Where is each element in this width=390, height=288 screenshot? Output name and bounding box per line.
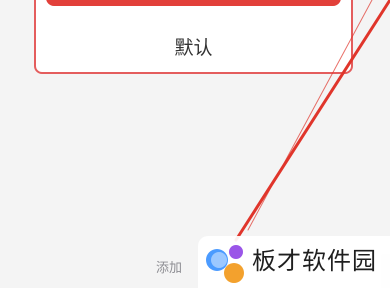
watermark: 板才软件园 — [198, 236, 390, 288]
primary-action-button[interactable] — [46, 0, 341, 6]
colorful-dots-logo-icon — [206, 245, 244, 283]
option-card: 默认 — [34, 0, 353, 74]
add-link[interactable]: 添加 — [156, 257, 204, 276]
default-button[interactable]: 默认 — [36, 34, 351, 62]
watermark-text: 板才软件园 — [252, 247, 377, 275]
